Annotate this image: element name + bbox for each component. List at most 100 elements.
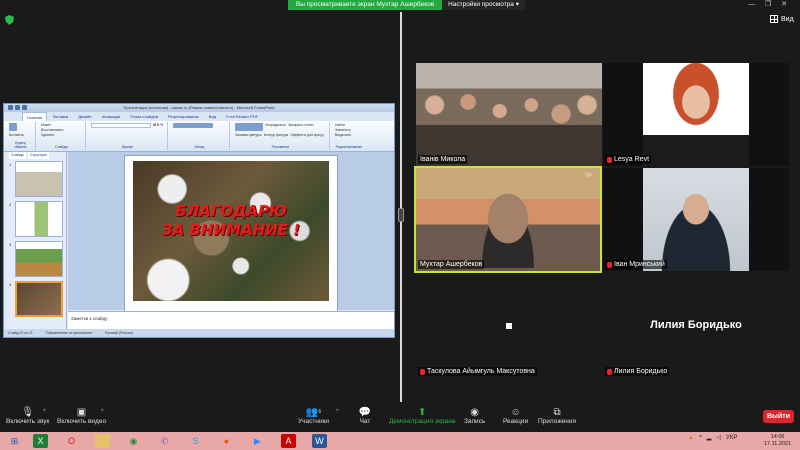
chrome-icon[interactable]: ◉ [126, 434, 141, 448]
participants-label: Участники [298, 418, 330, 425]
clock-date: 17.11.2021 [764, 441, 792, 447]
participant-name: Іван Мринський [614, 261, 665, 268]
keyboard-language[interactable]: УКР [726, 435, 737, 441]
zoom-icon[interactable]: ▶ [250, 434, 265, 448]
share-screen-button[interactable]: ⬆ Демонстрация экрана [389, 406, 455, 426]
muted-mic-icon: 🎙 [21, 406, 35, 418]
ppt-tab-slideshow: Показ слайдов [130, 114, 158, 119]
start-video-label: Включить видео [57, 418, 107, 425]
ppt-tab-foxit: Foxit Reader PDF [226, 114, 259, 119]
video-tile-active-speaker[interactable]: Qp Мухтар Ашербеков [414, 166, 602, 273]
align-icons [173, 123, 213, 128]
record-button[interactable]: ◉ Запись [464, 406, 486, 426]
ppt-tab-view: Вид [208, 114, 217, 119]
divider-handle[interactable] [398, 208, 404, 222]
tab-slides: Слайды [9, 152, 27, 159]
ppt-title: Презентация (печатная) - какая-то (Режим… [123, 105, 275, 110]
ppt-statusbar: Слайд 21 из 21 "Оформление по умолчанию"… [4, 329, 394, 337]
video-tile[interactable]: Таскулова Айымгуль Максутовна [416, 275, 602, 378]
thumb-number: 1 [9, 162, 12, 167]
chat-icon: 💬 [358, 406, 372, 418]
participant-name: Іванів Микола [420, 156, 466, 163]
maximize-button[interactable]: ❐ [765, 0, 771, 10]
theme-name: "Оформление по умолчанию" [44, 331, 94, 335]
participant-display-name: Лилия Боридько [650, 319, 742, 331]
slide-thumbnail-selected [15, 281, 63, 317]
reactions-button[interactable]: ☺ Реакции [503, 406, 528, 426]
muted-mic-icon [607, 156, 612, 163]
taskbar-clock[interactable]: 14:06 17.11.2021 [764, 434, 791, 448]
slide-thumbnail [15, 241, 63, 277]
acrobat-icon[interactable]: A [281, 434, 296, 448]
share-banner: Вы просматриваете экран Мухтар Ашербеков… [288, 0, 525, 10]
view-button[interactable]: Вид [770, 15, 794, 23]
security-shield-icon[interactable] [5, 15, 14, 25]
slide-thank-you-text: БЛАГОДАРЮ ЗА ВНИМАНИЕ ! [133, 202, 329, 240]
record-label: Запись [464, 418, 486, 425]
slide-thumbnails-pane: Слайды Структура 1 2 3 4 [7, 152, 67, 329]
shapes-icon [235, 123, 263, 131]
slide-thumbnail [15, 161, 63, 197]
video-tile[interactable]: Lesya Revt [603, 63, 789, 166]
quick-access-toolbar [8, 105, 27, 110]
video-tile[interactable]: Лилия Боридько Лилия Боридько [603, 275, 789, 378]
view-options-button[interactable]: Настройки просмотра ▾ [442, 0, 525, 10]
bold-icon: Ж К Ч [153, 123, 163, 127]
zoom-meeting-window: Вы просматриваете экран Мухтар Ашербеков… [0, 0, 800, 450]
ppt-tab-review: Рецензирование [167, 114, 199, 119]
chevron-up-icon[interactable]: ^ [699, 435, 702, 441]
volume-icon[interactable]: ◁ [716, 434, 721, 441]
file-explorer-icon[interactable] [95, 434, 110, 448]
leave-button[interactable]: Выйти [763, 410, 794, 423]
participants-icon: 👥 6 [305, 406, 322, 418]
slide-notes: Заметки к слайду [68, 311, 394, 329]
audio-options-chevron-icon[interactable]: ^ [43, 409, 46, 415]
system-tray: ▲ ^ ▂ ◁ УКР [688, 434, 737, 442]
replace-label: Заменить [335, 128, 351, 132]
delete-label: Удалить [41, 133, 55, 137]
close-button[interactable]: ✕ [781, 0, 787, 10]
group-drawing: Упорядочить Экспресс-стили Заливка фигур… [232, 122, 330, 150]
group-paragraph: Абзац [170, 122, 230, 150]
participant-name-label: Lesya Revt [605, 155, 652, 164]
slide-editing-area: БЛАГОДАРЮ ЗА ВНИМАНИЕ ! [68, 152, 394, 315]
chat-button[interactable]: 💬 Чат [358, 406, 372, 426]
split-divider[interactable] [400, 12, 402, 402]
skype-icon[interactable]: S [188, 434, 203, 448]
apps-button[interactable]: ⧉ Приложения [538, 406, 577, 426]
reactions-icon: ☺ [510, 406, 521, 418]
group-slides: Макет Восстановить Удалить Слайды [38, 122, 86, 150]
firefox-icon[interactable]: ● [219, 434, 234, 448]
ppt-workspace: Слайды Структура 1 2 3 4 БЛАГОДАРЮ ЗА ВН… [4, 152, 394, 329]
apps-label: Приложения [538, 418, 577, 425]
video-off-icon: ▣ [76, 406, 87, 418]
warning-icon[interactable]: ▲ [688, 435, 694, 441]
participant-photo [643, 168, 749, 271]
video-options-chevron-icon[interactable]: ^ [101, 409, 104, 415]
viber-icon[interactable]: ✆ [157, 434, 172, 448]
opera-icon[interactable]: O [64, 434, 79, 448]
network-icon[interactable]: ▂ [707, 434, 712, 441]
participant-name-label: Лилия Боридько [605, 367, 670, 376]
shape-effects-label: Эффекты для фигур [290, 133, 324, 137]
undo-icon [22, 105, 27, 110]
excel-icon[interactable]: X [33, 434, 48, 448]
windows-start-icon[interactable]: ⊞ [7, 434, 22, 448]
video-tile[interactable]: Іванів Микола [416, 63, 602, 166]
group-editing-label: Редактирование [335, 145, 363, 149]
participants-chevron-icon[interactable]: ^ [336, 409, 339, 415]
participants-button[interactable]: 👥 6 Участники [298, 406, 330, 426]
participant-name-label: Іван Мринський [605, 260, 667, 269]
thumb-number: 4 [9, 282, 12, 287]
layout-label: Макет [41, 123, 51, 127]
group-paragraph-label: Абзац [194, 145, 205, 149]
ppt-tab-design: Дизайн [78, 114, 92, 119]
participant-name-label: Мухтар Ашербеков [418, 260, 485, 269]
paste-icon [9, 123, 17, 131]
video-tile[interactable]: Іван Мринський [603, 168, 789, 271]
classroom-video [416, 87, 602, 147]
start-video-button[interactable]: ▣ Включить видео [57, 406, 107, 426]
word-icon[interactable]: W [312, 434, 327, 448]
ppt-titlebar: Презентация (печатная) - какая-то (Режим… [4, 104, 394, 112]
minimize-button[interactable]: — [748, 0, 755, 10]
